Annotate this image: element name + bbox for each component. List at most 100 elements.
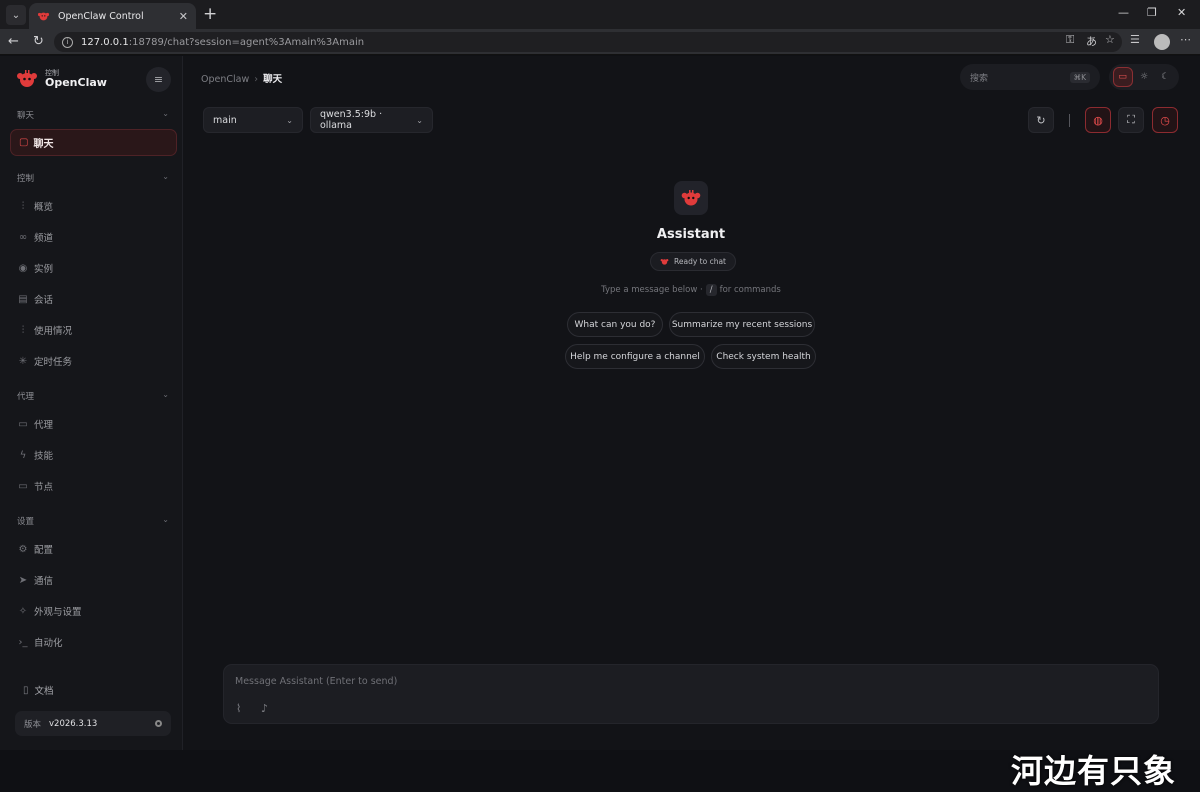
brand[interactable]: 控制 OpenClaw bbox=[16, 68, 107, 90]
clock-icon: ◷ bbox=[1160, 113, 1170, 127]
search-input[interactable]: 搜索 ⌘K bbox=[960, 64, 1100, 90]
tab-menu-button[interactable]: ⌄ bbox=[6, 5, 26, 25]
sidebar-item-config[interactable]: ⚙ 配置 bbox=[17, 540, 54, 558]
minimize-icon[interactable]: — bbox=[1118, 6, 1129, 19]
status-dot-icon bbox=[155, 720, 162, 727]
new-tab-icon[interactable]: + bbox=[203, 5, 217, 23]
sidebar-item-channels[interactable]: ∞ 频道 bbox=[17, 228, 53, 246]
openclaw-logo-icon bbox=[681, 190, 701, 206]
section-header-control[interactable]: 控制 ⌄ bbox=[17, 172, 169, 184]
sidebar-item-usage[interactable]: ⫶ 使用情况 bbox=[17, 321, 72, 339]
hint-key: / bbox=[705, 284, 717, 296]
sidebar-item-automation[interactable]: ›_ 自动化 bbox=[17, 633, 63, 651]
sidebar-item-label: 代理 bbox=[34, 420, 54, 431]
version-key: 版本 bbox=[24, 719, 42, 730]
suggestion-chip[interactable]: Check system health bbox=[711, 344, 816, 369]
version-value: v2026.3.13 bbox=[49, 718, 98, 729]
model-select[interactable]: qwen3.5:9b · ollama ⌄ bbox=[310, 107, 433, 133]
profile-avatar[interactable] bbox=[1154, 34, 1170, 50]
sidebar-item-label: 会话 bbox=[34, 295, 54, 306]
openclaw-favicon-icon bbox=[37, 10, 50, 23]
status-text: Ready to chat bbox=[674, 257, 726, 266]
chat-bubble-icon: ▢ bbox=[19, 137, 29, 148]
section-title: 设置 bbox=[17, 517, 35, 527]
sidebar-item-agents[interactable]: ▭ 代理 bbox=[17, 415, 53, 433]
theme-dark-moon-icon[interactable]: ☾ bbox=[1155, 67, 1175, 87]
model-select-value: qwen3.5:9b · ollama bbox=[320, 109, 383, 131]
thinking-toggle-button[interactable]: ◍ bbox=[1085, 107, 1111, 133]
sidebar-item-label: 概览 bbox=[34, 202, 54, 213]
section-header-settings[interactable]: 设置 ⌄ bbox=[17, 515, 169, 527]
bar-chart-icon: ⫶ bbox=[21, 324, 25, 336]
send-icon: ➤ bbox=[18, 574, 28, 586]
sidebar-item-communication[interactable]: ➤ 通信 bbox=[17, 571, 53, 589]
link-icon: ∞ bbox=[18, 231, 28, 243]
more-options-icon[interactable]: ⋯ bbox=[1180, 33, 1191, 46]
translate-icon[interactable]: あ bbox=[1086, 33, 1097, 49]
breadcrumb-root[interactable]: OpenClaw bbox=[201, 74, 249, 85]
theme-light-sun-icon[interactable]: ☼ bbox=[1134, 67, 1154, 87]
sidebar-item-sessions[interactable]: ▤ 会话 bbox=[17, 290, 53, 308]
sidebar-item-label: 技能 bbox=[34, 451, 54, 462]
sidebar-item-nodes[interactable]: ▭ 节点 bbox=[17, 477, 53, 495]
section-header-agents[interactable]: 代理 ⌄ bbox=[17, 390, 169, 402]
assistant-avatar bbox=[674, 181, 708, 215]
microphone-icon[interactable]: ♪ bbox=[261, 702, 268, 715]
docs-link[interactable]: ▯ 文档 bbox=[23, 683, 54, 698]
search-placeholder: 搜索 bbox=[970, 73, 989, 84]
section-title: 控制 bbox=[17, 174, 35, 184]
bar-chart-icon: ⫶ bbox=[21, 200, 25, 212]
site-info-icon[interactable]: i bbox=[62, 36, 73, 48]
paperclip-icon[interactable]: ⌇ bbox=[236, 702, 241, 715]
refresh-button[interactable]: ↻ bbox=[1028, 107, 1054, 133]
close-window-icon[interactable]: ✕ bbox=[1177, 6, 1186, 19]
suggestion-chip[interactable]: Summarize my recent sessions bbox=[669, 312, 815, 337]
agent-select[interactable]: main ⌄ bbox=[203, 107, 303, 133]
star-icon[interactable]: ☆ bbox=[1105, 33, 1115, 46]
sidebar-item-chat[interactable]: ▢ 聊天 bbox=[10, 129, 177, 156]
chevron-down-icon: ⌄ bbox=[162, 109, 169, 118]
sparkle-icon: ✧ bbox=[18, 605, 28, 617]
docs-label: 文档 bbox=[34, 686, 54, 697]
suggestion-chip[interactable]: Help me configure a channel bbox=[565, 344, 705, 369]
hint-after: for commands bbox=[719, 285, 781, 295]
sidebar-item-cron[interactable]: ✳ 定时任务 bbox=[17, 352, 72, 370]
sidebar-item-instances[interactable]: ◉ 实例 bbox=[17, 259, 53, 277]
browser-window: ⌄ OpenClaw Control ✕ + — ❐ ✕ ← ↻ i 127.0… bbox=[0, 0, 1200, 790]
chevron-down-icon: ⌄ bbox=[286, 115, 293, 125]
sidebar-item-label: 定时任务 bbox=[34, 357, 73, 368]
folder-icon: ▭ bbox=[18, 418, 28, 430]
sidebar-item-appearance[interactable]: ✧ 外观与设置 bbox=[17, 602, 82, 620]
sidebar-collapse-button[interactable]: ≡ bbox=[146, 67, 171, 92]
tab-title: OpenClaw Control bbox=[58, 10, 144, 22]
message-composer[interactable]: Message Assistant (Enter to send) ⌇ ♪ bbox=[223, 664, 1159, 724]
restore-icon[interactable]: ❐ bbox=[1147, 6, 1157, 19]
openclaw-small-icon bbox=[660, 257, 669, 266]
book-icon: ▯ bbox=[23, 684, 29, 696]
suggestion-chip[interactable]: What can you do? bbox=[567, 312, 663, 337]
breadcrumb-separator-icon: › bbox=[254, 74, 259, 85]
assistant-name: Assistant bbox=[656, 227, 726, 242]
focus-mode-button[interactable]: ⛶ bbox=[1118, 107, 1144, 133]
app-root: 控制 OpenClaw ≡ 聊天 ⌄ ▢ 聊天 控制 ⌄ ⫶ 概览 ∞ 频道 ◉ 实例 bbox=[0, 56, 1200, 790]
sidebar-item-label: 通信 bbox=[34, 576, 54, 587]
reload-icon[interactable]: ↻ bbox=[33, 34, 44, 49]
chevron-down-icon: ⌄ bbox=[11, 9, 21, 21]
section-header-chat[interactable]: 聊天 ⌄ bbox=[17, 109, 169, 121]
theme-system-monitor-icon[interactable]: ▭ bbox=[1112, 67, 1133, 87]
loader-icon: ✳ bbox=[18, 355, 28, 367]
back-arrow-icon[interactable]: ← bbox=[8, 34, 19, 49]
focus-frame-icon: ⛶ bbox=[1127, 113, 1135, 126]
broadcast-icon: ◉ bbox=[18, 262, 28, 274]
sidebar: 控制 OpenClaw ≡ 聊天 ⌄ ▢ 聊天 控制 ⌄ ⫶ 概览 ∞ 频道 ◉ 实例 bbox=[0, 56, 183, 750]
sidebar-item-skills[interactable]: ϟ 技能 bbox=[17, 446, 53, 464]
browser-tab[interactable]: OpenClaw Control ✕ bbox=[29, 3, 196, 29]
key-icon[interactable]: ⚿ bbox=[1066, 33, 1074, 47]
history-button[interactable]: ◷ bbox=[1152, 107, 1178, 133]
close-tab-icon[interactable]: ✕ bbox=[179, 10, 188, 23]
collections-icon[interactable]: ☰ bbox=[1130, 33, 1140, 46]
url-field[interactable]: i 127.0.0.1:18789/chat?session=agent%3Am… bbox=[54, 32, 1122, 52]
sidebar-item-label: 节点 bbox=[34, 482, 54, 493]
sidebar-item-overview[interactable]: ⫶ 概览 bbox=[17, 197, 53, 215]
monitor-icon: ▭ bbox=[18, 480, 28, 492]
